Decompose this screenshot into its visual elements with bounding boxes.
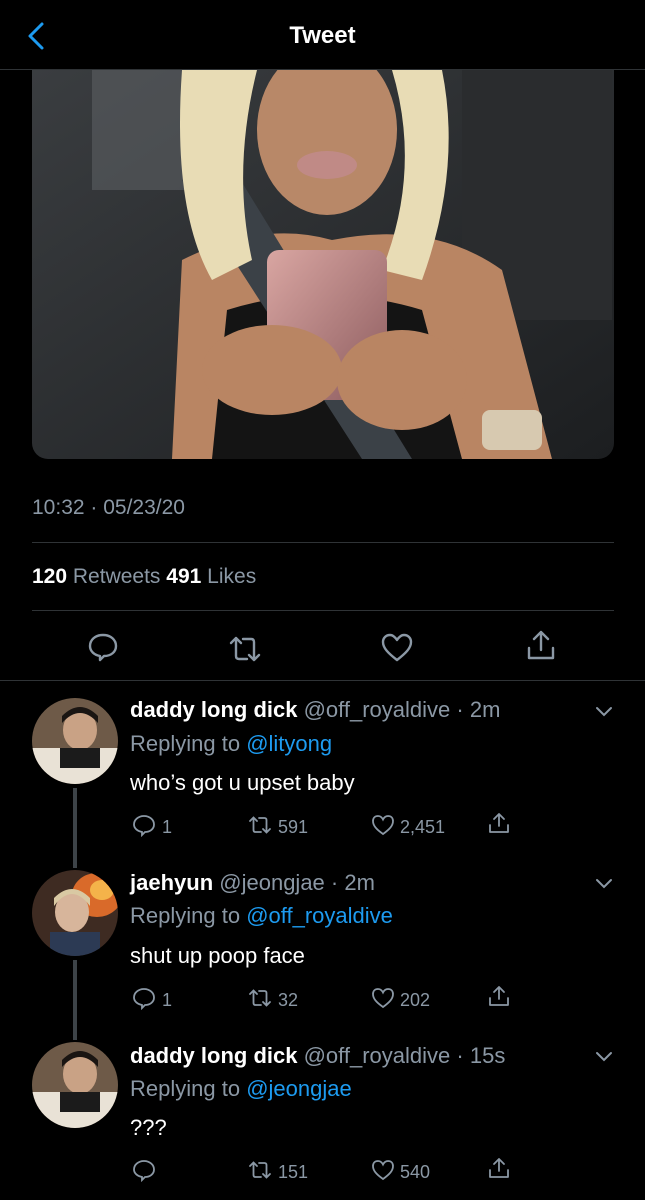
user-handle[interactable]: @off_royaldive [304,697,451,722]
chevron-down-icon[interactable] [594,1050,614,1064]
likes-label[interactable]: Likes [207,565,256,588]
share-button[interactable] [487,1156,511,1180]
display-name[interactable]: daddy long dick [130,1043,297,1068]
like-count: 202 [400,990,431,1010]
reply-icon [88,633,118,662]
reply-text: who’s got u upset baby [130,770,355,795]
share-button[interactable] [487,811,511,835]
user-handle[interactable]: @off_royaldive [304,1043,451,1068]
reply-header: jaehyun @jeongjae · 2m [130,870,375,896]
page-title: Tweet [289,22,356,49]
likes-count[interactable]: 491 [166,565,201,588]
like-count: 540 [400,1162,431,1182]
reply-header: daddy long dick @off_royaldive · 15s [130,1043,505,1069]
like-icon [381,633,413,662]
thread-line [73,788,77,868]
retweets-count[interactable]: 120 [32,565,67,588]
reply-button[interactable] [86,630,120,664]
user-handle[interactable]: @jeongjae [219,870,325,895]
retweet-icon [249,816,271,834]
reply-header: daddy long dick @off_royaldive · 2m [130,697,500,723]
mention-link[interactable]: @jeongjae [246,1076,352,1101]
retweet-button[interactable] [228,632,262,666]
replying-prefix: Replying to [130,903,241,928]
replying-to: Replying to @lityong [130,731,332,757]
replying-prefix: Replying to [130,731,241,756]
reply-button[interactable] [132,1158,156,1183]
tweet-timestamp: 10:32 · 05/23/20 [32,496,185,519]
like-icon [372,1160,394,1181]
divider [32,610,614,611]
like-button[interactable] [371,813,395,837]
retweet-icon [229,636,261,662]
reply-text: shut up poop face [130,943,305,968]
share-icon [527,630,555,660]
like-button[interactable] [371,986,395,1010]
reply-icon [133,1160,155,1183]
mention-link[interactable]: @lityong [246,731,332,756]
retweet-icon [249,989,271,1007]
display-name[interactable]: jaehyun [130,870,213,895]
retweet-count: 32 [278,990,299,1010]
tweet-photo[interactable] [32,70,614,459]
tweet-stats: 120 Retweets 491 Likes [32,565,256,589]
retweets-label[interactable]: Retweets [73,565,161,588]
display-name[interactable]: daddy long dick [130,697,297,722]
share-button[interactable] [487,984,511,1008]
replying-to: Replying to @jeongjae [130,1076,352,1102]
reply-count: 1 [162,817,173,837]
avatar[interactable] [32,1042,118,1128]
like-icon [372,815,394,836]
mention-link[interactable]: @off_royaldive [246,903,393,928]
avatar[interactable] [32,698,118,784]
share-icon [489,1158,509,1178]
replying-prefix: Replying to [130,1076,241,1101]
reply-text: ??? [130,1115,167,1140]
reply-button[interactable] [132,986,156,1011]
like-button[interactable] [380,631,414,665]
reply-time: · 2m [330,870,375,895]
retweet-button[interactable] [248,1158,272,1182]
reply-time: · 15s [456,1043,506,1068]
avatar[interactable] [32,870,118,956]
like-button[interactable] [371,1158,395,1182]
like-icon [372,988,394,1009]
divider [32,542,614,543]
reply-time: · 2m [456,697,501,722]
photo-image [32,70,614,459]
divider [0,680,645,681]
share-icon [489,986,509,1006]
retweet-count: 591 [278,817,309,837]
reply-icon [133,815,155,838]
share-button[interactable] [524,628,558,662]
retweet-button[interactable] [248,986,272,1010]
like-count: 2,451 [400,817,446,837]
chevron-down-icon[interactable] [594,705,614,719]
retweet-button[interactable] [248,813,272,837]
top-bar: Tweet [0,0,645,70]
retweet-count: 151 [278,1162,309,1182]
thread-line [73,960,77,1040]
reply-count: 1 [162,990,173,1010]
replying-to: Replying to @off_royaldive [130,903,393,929]
chevron-down-icon[interactable] [594,877,614,891]
reply-icon [133,988,155,1011]
retweet-icon [249,1161,271,1179]
reply-button[interactable] [132,813,156,838]
share-icon [489,813,509,833]
